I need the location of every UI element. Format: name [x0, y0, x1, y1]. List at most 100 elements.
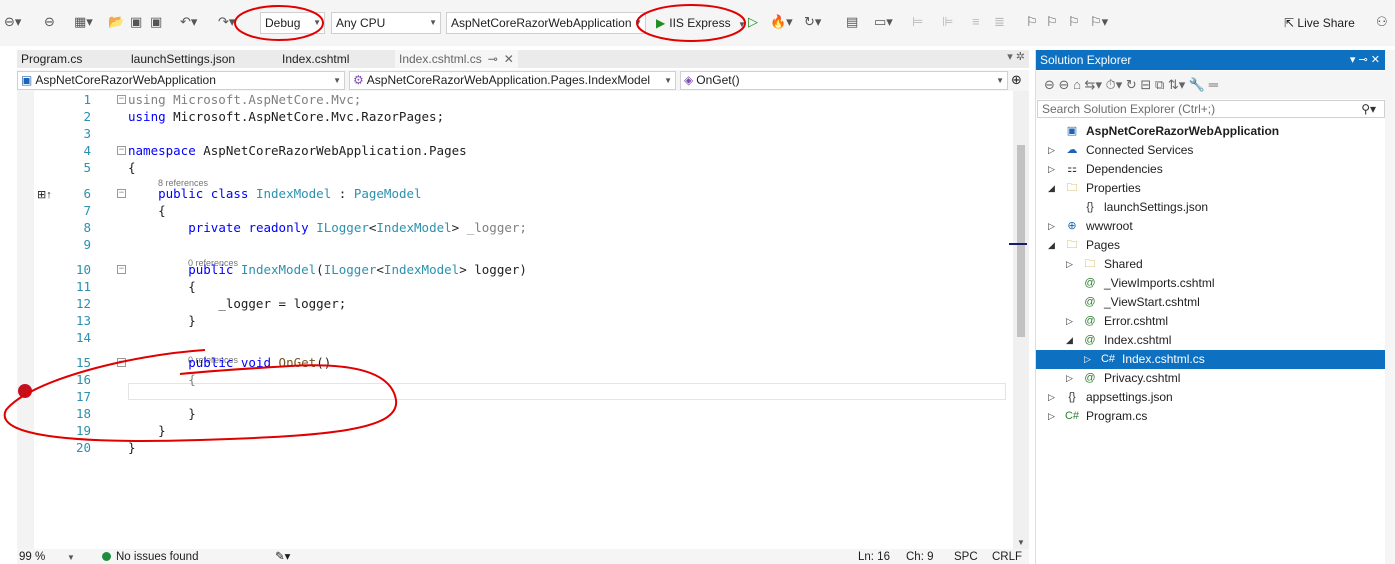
next-bookmark-icon[interactable]: ⚐ [1068, 14, 1080, 30]
open-file-icon[interactable]: 📂 [108, 14, 124, 30]
fold-toggle-icon[interactable]: − [117, 358, 126, 367]
zoom-level[interactable]: 99 % [19, 550, 45, 564]
collapsed-arrow-icon[interactable]: ▷ [1048, 388, 1055, 407]
code-line[interactable]: 10 public IndexModel(ILogger<IndexModel>… [17, 261, 1013, 278]
navigate-back-icon[interactable]: ⊖▾ [4, 14, 21, 30]
code-line[interactable]: 9 [17, 236, 1013, 253]
live-share-button[interactable]: ⇱ Live Share [1284, 16, 1355, 30]
issues-indicator[interactable]: No issues found [102, 550, 198, 564]
layout-icon[interactable]: ▭▾ [874, 14, 893, 30]
collapsed-arrow-icon[interactable]: ▷ [1084, 350, 1091, 369]
align-icon[interactable]: ⊨ [912, 14, 923, 30]
code-line[interactable]: 5{ [17, 159, 1013, 176]
comment-icon[interactable]: ≡ [972, 14, 980, 30]
tab-launch-settings[interactable]: launchSettings.json [131, 50, 235, 68]
fold-toggle-icon[interactable]: − [117, 265, 126, 274]
collapsed-arrow-icon[interactable]: ▷ [1066, 312, 1073, 331]
code-line[interactable]: 3 [17, 125, 1013, 142]
run-button[interactable]: ▶ IIS Express ▼ [652, 12, 746, 34]
member-scope-dropdown[interactable]: ◈ OnGet() ▼ [680, 71, 1008, 90]
tree-item[interactable]: {} launchSettings.json [1036, 198, 1385, 217]
tree-item[interactable]: @ _ViewImports.cshtml [1036, 274, 1385, 293]
new-project-icon[interactable]: ▦▾ [74, 14, 93, 30]
tree-item[interactable]: ▷ {} appsettings.json [1036, 388, 1385, 407]
code-editor[interactable]: ⊞↑ 8 references 0 references 0 reference… [17, 91, 1013, 549]
editor-vertical-scrollbar[interactable]: ▼ [1009, 91, 1029, 549]
window-controls[interactable]: ▾ ⊸ ✕ [1350, 50, 1380, 70]
tab-index-cshtml-cs[interactable]: Index.cshtml.cs ⊸ ✕ [395, 50, 518, 68]
tree-item[interactable]: ▣ AspNetCoreRazorWebApplication [1036, 122, 1385, 141]
switch-views-icon[interactable]: ⇆▾ [1085, 77, 1102, 92]
tree-item[interactable]: ▷ @ Privacy.cshtml [1036, 369, 1385, 388]
collapsed-arrow-icon[interactable]: ▷ [1066, 369, 1073, 388]
pin-icon[interactable]: ⊸ [488, 52, 498, 66]
bookmark-icon[interactable]: ⚐ [1026, 14, 1038, 30]
code-line[interactable]: 14 [17, 329, 1013, 346]
tree-item[interactable]: ▷ 🗀 Shared [1036, 255, 1385, 274]
fold-toggle-icon[interactable]: − [117, 95, 126, 104]
pending-changes-icon[interactable]: ⏱▾ [1106, 77, 1123, 92]
preview-icon[interactable]: ═ [1209, 77, 1218, 92]
tree-item[interactable]: ▷ ⚏ Dependencies [1036, 160, 1385, 179]
collapsed-arrow-icon[interactable]: ▷ [1048, 407, 1055, 426]
chevron-down-icon[interactable]: ▼ [67, 550, 75, 564]
account-icon[interactable]: ⚇ [1376, 14, 1388, 30]
tab-program-cs[interactable]: Program.cs [21, 50, 82, 68]
tree-item[interactable]: ▷ ⊕ wwwroot [1036, 217, 1385, 236]
configuration-dropdown[interactable]: Debug ▼ [260, 12, 325, 34]
start-without-debugging-icon[interactable]: ▷ [748, 14, 758, 30]
code-line[interactable]: 18 } [17, 405, 1013, 422]
home-icon[interactable]: ⌂ [1073, 77, 1081, 92]
properties-icon[interactable]: 🔧 [1189, 77, 1205, 92]
code-line[interactable]: 16 { [17, 371, 1013, 388]
tree-item[interactable]: ▷ C# Program.cs [1036, 407, 1385, 426]
line-ending-indicator[interactable]: CRLF [992, 550, 1022, 564]
expanded-arrow-icon[interactable]: ◢ [1066, 331, 1073, 350]
tree-item[interactable]: ▷ C# Index.cshtml.cs [1036, 350, 1385, 369]
save-all-icon[interactable]: ▣ [150, 14, 162, 30]
whitespace-indicator[interactable]: SPC [954, 550, 978, 564]
save-icon[interactable]: ▣ [130, 14, 142, 30]
back-icon[interactable]: ⊖ [1044, 77, 1055, 92]
fold-toggle-icon[interactable]: − [117, 189, 126, 198]
scrollbar-thumb[interactable] [1017, 145, 1025, 337]
tree-item[interactable]: ◢ 🗀 Properties [1036, 179, 1385, 198]
type-scope-dropdown[interactable]: ⚙ AspNetCoreRazorWebApplication.Pages.Ind… [349, 71, 676, 90]
collapsed-arrow-icon[interactable]: ▷ [1066, 255, 1073, 274]
chevron-down-icon[interactable]: ▼ [738, 20, 746, 29]
collapsed-arrow-icon[interactable]: ▷ [1048, 217, 1055, 236]
tab-index-cshtml[interactable]: Index.cshtml [282, 50, 349, 68]
restart-icon[interactable]: ↻▾ [804, 14, 821, 30]
code-line[interactable]: 17 [17, 388, 1013, 405]
sync-icon[interactable]: ↻ [1126, 77, 1137, 92]
code-line[interactable]: 8 private readonly ILogger<IndexModel> _… [17, 219, 1013, 236]
search-icon[interactable]: ⚲▾ [1361, 101, 1376, 117]
redo-icon[interactable]: ↷▾ [218, 14, 235, 30]
tree-item[interactable]: @ _ViewStart.cshtml [1036, 293, 1385, 312]
code-line[interactable]: 20} [17, 439, 1013, 456]
indent-icon[interactable]: ⊫ [942, 14, 953, 30]
collapse-all-icon[interactable]: ⊟ [1140, 77, 1151, 92]
tree-item[interactable]: ▷ @ Error.cshtml [1036, 312, 1385, 331]
solution-explorer-search-input[interactable]: Search Solution Explorer (Ctrl+;) ⚲▾ [1037, 100, 1385, 118]
code-line[interactable]: 19 } [17, 422, 1013, 439]
code-line[interactable]: 2 using Microsoft.AspNetCore.Mvc.RazorPag… [17, 108, 1013, 125]
forward-icon[interactable]: ⊖ [1059, 77, 1070, 92]
code-line[interactable]: 1 using Microsoft.AspNetCore.Mvc; − [17, 91, 1013, 108]
tree-item[interactable]: ◢ @ Index.cshtml [1036, 331, 1385, 350]
tab-list-icon[interactable]: ▾ ✲ [1007, 50, 1025, 63]
tree-item[interactable]: ▷ ☁ Connected Services [1036, 141, 1385, 160]
startup-project-dropdown[interactable]: AspNetCoreRazorWebApplication ▼ [446, 12, 646, 34]
tree-item[interactable]: ◢ 🗀 Pages [1036, 236, 1385, 255]
browse-icon[interactable]: ▤ [846, 14, 858, 30]
code-line[interactable]: 6 public class IndexModel : PageModel − [17, 185, 1013, 202]
code-line[interactable]: 13 } [17, 312, 1013, 329]
expanded-arrow-icon[interactable]: ◢ [1048, 236, 1055, 255]
split-editor-icon[interactable]: ⊕ [1011, 72, 1022, 88]
show-all-files-icon[interactable]: ⧉ [1155, 77, 1164, 92]
uncomment-icon[interactable]: ≣ [994, 14, 1005, 30]
scroll-down-icon[interactable]: ▼ [1017, 538, 1025, 547]
code-line[interactable]: 4 namespace AspNetCoreRazorWebApplication… [17, 142, 1013, 159]
code-line[interactable]: 15 public void OnGet() − [17, 354, 1013, 371]
fold-toggle-icon[interactable]: − [117, 146, 126, 155]
